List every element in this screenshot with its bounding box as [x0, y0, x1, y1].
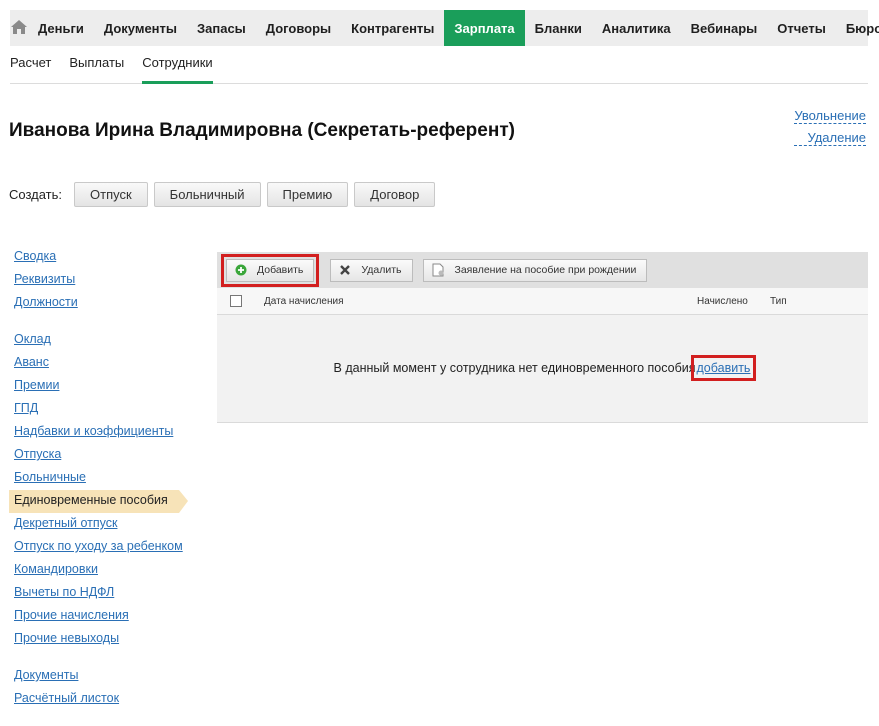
document-icon — [432, 263, 445, 277]
nav-forms[interactable]: Бланки — [525, 10, 592, 46]
sidebar-item-advance[interactable]: Аванс — [0, 352, 200, 375]
sidebar-item-gpd[interactable]: ГПД — [0, 398, 200, 421]
sidebar-item-positions[interactable]: Должности — [0, 292, 200, 315]
add-benefit-button[interactable]: Добавить — [220, 253, 320, 287]
create-label: Создать: — [9, 187, 63, 202]
create-contract-button[interactable]: Договор — [354, 182, 436, 207]
sidebar-item-salary[interactable]: Оклад — [0, 329, 200, 352]
nav-bureau[interactable]: Бюро beta — [836, 10, 879, 46]
sidebar-item-maternity-leave[interactable]: Декретный отпуск — [0, 513, 200, 536]
delete-benefit-button[interactable]: Удалить — [330, 258, 413, 282]
nav-analytics[interactable]: Аналитика — [592, 10, 681, 46]
nav-webinars[interactable]: Вебинары — [681, 10, 768, 46]
top-navigation: Деньги Документы Запасы Договоры Контраг… — [10, 10, 879, 46]
home-icon — [10, 19, 28, 38]
sidebar-item-bonuses[interactable]: Премии — [0, 375, 200, 398]
subnav-payments[interactable]: Выплаты — [69, 56, 124, 84]
birth-benefit-statement-button[interactable]: Заявление на пособие при рождении — [422, 258, 648, 282]
sidebar-item-other-absences[interactable]: Прочие невыходы — [0, 628, 200, 651]
create-toolbar: Создать: Отпуск Больничный Премию Догово… — [9, 182, 441, 207]
nav-documents[interactable]: Документы — [94, 10, 187, 46]
select-all-checkbox[interactable] — [230, 295, 242, 307]
employee-actions: Увольнение Удаление — [794, 108, 866, 152]
sidebar-group-accruals: Оклад Аванс Премии ГПД Надбавки и коэффи… — [0, 329, 200, 651]
sidebar-item-childcare-leave[interactable]: Отпуск по уходу за ребенком — [0, 536, 200, 559]
sidebar-item-payslip[interactable]: Расчётный листок — [0, 688, 200, 711]
nav-salary[interactable]: Зарплата — [444, 10, 525, 46]
create-bonus-button[interactable]: Премию — [266, 182, 349, 207]
nav-counterparties[interactable]: Контрагенты — [341, 10, 444, 46]
sidebar-item-vacations[interactable]: Отпуска — [0, 444, 200, 467]
sidebar-item-tax-deductions[interactable]: Вычеты по НДФЛ — [0, 582, 200, 605]
sidebar-item-one-time-benefits[interactable]: Единовременные пособия — [9, 490, 188, 513]
home-button[interactable] — [10, 10, 28, 46]
sidebar-item-other-accruals[interactable]: Прочие начисления — [0, 605, 200, 628]
table-header: Дата начисления Начислено Тип — [217, 288, 868, 315]
sidebar-item-requisites[interactable]: Реквизиты — [0, 269, 200, 292]
page-title: Иванова Ирина Владимировна (Секретать-ре… — [9, 120, 515, 141]
nav-reports[interactable]: Отчеты — [767, 10, 836, 46]
sidebar-item-documents[interactable]: Документы — [0, 665, 200, 688]
nav-stock[interactable]: Запасы — [187, 10, 256, 46]
create-sick-leave-button[interactable]: Больничный — [153, 182, 261, 207]
column-accrual-date[interactable]: Дата начисления — [264, 296, 344, 307]
sidebar-group-documents: Документы Расчётный листок — [0, 665, 200, 711]
create-vacation-button[interactable]: Отпуск — [74, 182, 148, 207]
nav-contracts[interactable]: Договоры — [256, 10, 341, 46]
sidebar-item-allowances[interactable]: Надбавки и коэффициенты — [0, 421, 200, 444]
sidebar-item-sick-leaves[interactable]: Больничные — [0, 467, 200, 490]
sub-navigation: Расчет Выплаты Сотрудники — [10, 56, 868, 84]
empty-state: В данный момент у сотрудника нет единовр… — [217, 355, 868, 381]
column-type[interactable]: Тип — [770, 296, 787, 307]
add-benefit-label: Добавить — [257, 264, 304, 276]
nav-money[interactable]: Деньги — [28, 10, 94, 46]
dismissal-link[interactable]: Увольнение — [794, 108, 866, 124]
subnav-calculation[interactable]: Расчет — [10, 56, 51, 84]
benefits-panel: Добавить Удалить Заявление на пособие пр… — [217, 252, 868, 423]
column-accrued[interactable]: Начислено — [697, 296, 748, 307]
nav-bureau-label: Бюро — [845, 20, 879, 36]
subnav-employees[interactable]: Сотрудники — [142, 56, 213, 84]
empty-state-message: В данный момент у сотрудника нет единовр… — [333, 361, 696, 375]
sidebar-item-business-trips[interactable]: Командировки — [0, 559, 200, 582]
plus-circle-icon — [235, 264, 247, 276]
delete-x-icon — [339, 264, 351, 276]
delete-benefit-label: Удалить — [361, 264, 402, 276]
delete-employee-link[interactable]: Удаление — [794, 130, 866, 146]
employee-sidebar: Сводка Реквизиты Должности Оклад Аванс П… — [0, 246, 200, 725]
benefits-toolbar: Добавить Удалить Заявление на пособие пр… — [217, 252, 868, 288]
sidebar-group-general: Сводка Реквизиты Должности — [0, 246, 200, 315]
birth-benefit-statement-label: Заявление на пособие при рождении — [454, 264, 637, 276]
sidebar-item-summary[interactable]: Сводка — [0, 246, 200, 269]
empty-state-add-link[interactable]: добавить — [690, 355, 757, 381]
